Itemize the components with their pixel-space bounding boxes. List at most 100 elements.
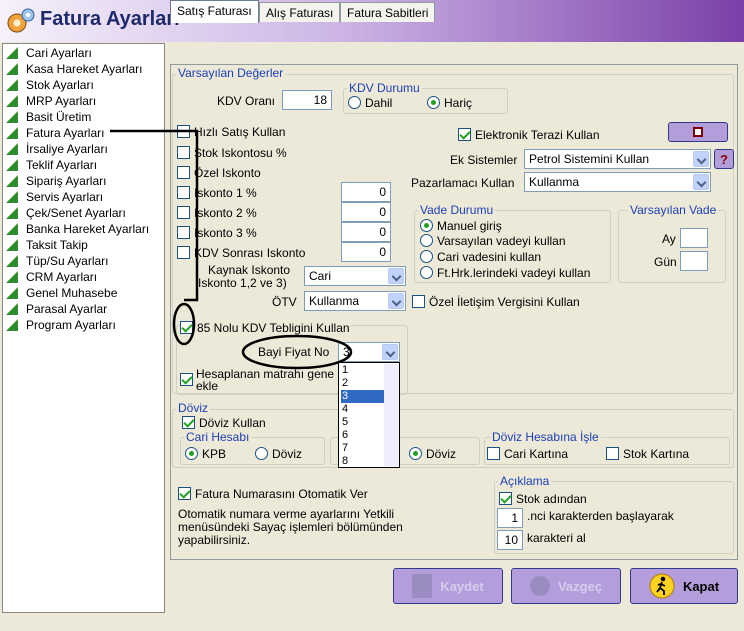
kaynak-iskonto-select[interactable]: Cari <box>304 266 406 286</box>
aciklama-count-input[interactable]: 10 <box>497 530 523 550</box>
sidebar-item[interactable]: Taksit Takip <box>6 237 88 253</box>
terazi-checkbox[interactable] <box>458 128 471 141</box>
pazarlamaci-select[interactable]: Kullanma <box>524 172 711 192</box>
fatura-no-note-1: Otomatik numara verme ayarlarını Yetkili <box>178 507 395 521</box>
dropdown-option[interactable]: 7 <box>341 442 384 455</box>
hizli-satis-label: Hızlı Satış Kullan <box>194 125 286 139</box>
sidebar-item[interactable]: Genel Muhasebe <box>6 285 117 301</box>
close-button[interactable]: Kapat <box>630 568 738 604</box>
sidebar-item[interactable]: Fatura Ayarları <box>6 125 104 141</box>
chevron-down-icon[interactable] <box>693 151 709 167</box>
sidebar-item[interactable]: Çek/Senet Ayarları <box>6 205 126 221</box>
sidebar-item[interactable]: Program Ayarları <box>6 317 116 333</box>
tab-satis-faturasi[interactable]: Satış Faturası <box>170 0 259 23</box>
chevron-down-icon[interactable] <box>388 268 404 284</box>
kdv-sonrasi-checkbox[interactable] <box>177 246 190 259</box>
vade-manuel-label: Manuel giriş <box>437 219 502 233</box>
green-triangle-icon <box>6 303 18 315</box>
tab-fatura-sabitleri[interactable]: Fatura Sabitleri <box>340 2 436 22</box>
vade-ay-input[interactable] <box>680 228 708 248</box>
iskonto2-input[interactable]: 0 <box>341 202 391 222</box>
tab-alis-faturasi[interactable]: Alış Faturası <box>259 2 341 22</box>
cancel-button[interactable]: Vazgeç <box>511 568 621 604</box>
green-triangle-icon <box>6 319 18 331</box>
save-button[interactable]: Kaydet <box>393 568 503 604</box>
stok-iskontosu-label: Stok Iskontosu % <box>194 146 287 160</box>
varsayilan-vade-group <box>618 210 726 283</box>
dropdown-scrollbar[interactable] <box>384 364 399 466</box>
iskonto3-checkbox[interactable] <box>177 226 190 239</box>
iskonto3-input[interactable]: 0 <box>341 222 391 242</box>
doviz-kullan-checkbox[interactable] <box>182 416 195 429</box>
sidebar-item[interactable]: Tüp/Su Ayarları <box>6 253 109 269</box>
sidebar-item-label: CRM Ayarları <box>26 270 98 284</box>
sidebar-item[interactable]: Cari Ayarları <box>6 45 92 61</box>
fatura-no-checkbox[interactable] <box>178 487 191 500</box>
dropdown-option[interactable]: 8 <box>341 455 384 468</box>
dropdown-option[interactable]: 5 <box>341 416 384 429</box>
sidebar-item[interactable]: Teklif Ayarları <box>6 157 97 173</box>
dropdown-option[interactable]: 2 <box>341 377 384 390</box>
stok-kartina-label: Stok Kartına <box>623 447 690 461</box>
ozel-iletisim-checkbox[interactable] <box>412 295 425 308</box>
bayi-fiyat-dropdown-list[interactable]: 12345678 <box>338 362 400 468</box>
dropdown-option[interactable]: 6 <box>341 429 384 442</box>
hesaplanan-checkbox[interactable] <box>180 373 193 386</box>
vade-ft-radio[interactable] <box>420 266 433 279</box>
bayi-fiyat-select[interactable]: 3 <box>338 342 400 362</box>
vade-manuel-radio[interactable] <box>420 219 433 232</box>
dropdown-option[interactable]: 3 <box>341 390 384 403</box>
chevron-down-icon[interactable] <box>382 344 398 360</box>
vade-varsayilan-radio[interactable] <box>420 234 433 247</box>
sidebar-item[interactable]: Servis Ayarları <box>6 189 103 205</box>
sidebar-item[interactable]: CRM Ayarları <box>6 269 97 285</box>
iskonto1-input[interactable]: 0 <box>341 182 391 202</box>
kdv-dahil-radio[interactable] <box>348 96 361 109</box>
cari-kartina-checkbox[interactable] <box>487 447 500 460</box>
ek-sistemler-select[interactable]: Petrol Sistemini Kullan <box>524 149 711 169</box>
sidebar-item[interactable]: MRP Ayarları <box>6 93 96 109</box>
vade-cari-radio[interactable] <box>420 250 433 263</box>
chevron-down-icon[interactable] <box>388 293 404 309</box>
terazi-settings-button[interactable] <box>668 122 728 142</box>
otv-value: Kullanma <box>309 294 360 308</box>
vade-ft-label: Ft.Hrk.lerindeki vadeyi kullan <box>437 266 591 280</box>
aciklama-start-input[interactable]: 1 <box>497 508 523 528</box>
green-triangle-icon <box>6 223 18 235</box>
cari-doviz-radio[interactable] <box>255 447 268 460</box>
stok-kartina-checkbox[interactable] <box>606 447 619 460</box>
stok-iskontosu-checkbox[interactable] <box>177 146 190 159</box>
sidebar-item-label: Teklif Ayarları <box>26 158 98 172</box>
otv-select[interactable]: Kullanma <box>304 291 406 311</box>
sidebar-item[interactable]: Basit Üretim <box>6 109 91 125</box>
vade-gun-input[interactable] <box>680 251 708 271</box>
iskonto2-checkbox[interactable] <box>177 206 190 219</box>
doviz-legend: Döviz <box>176 401 211 415</box>
green-triangle-icon <box>6 271 18 283</box>
hizli-satis-checkbox[interactable] <box>177 125 190 138</box>
sidebar-item[interactable]: Banka Hareket Ayarları <box>6 221 149 237</box>
ek-sistemler-help-button[interactable]: ? <box>714 149 734 169</box>
sidebar-item[interactable]: İrsaliye Ayarları <box>6 141 108 157</box>
dropdown-option[interactable]: 1 <box>341 364 384 377</box>
sidebar-item-label: Taksit Takip <box>26 238 88 252</box>
sidebar-item[interactable]: Sipariş Ayarları <box>6 173 106 189</box>
stok-adindan-checkbox[interactable] <box>499 492 512 505</box>
chevron-down-icon[interactable] <box>693 174 709 190</box>
dropdown-option[interactable]: 4 <box>341 403 384 416</box>
green-triangle-icon <box>6 287 18 299</box>
varsayilan-vade-legend: Varsayılan Vade <box>628 203 719 217</box>
kaynak-iskonto-label: Kaynak Iskonto <box>208 263 291 277</box>
sidebar-item[interactable]: Kasa Hareket Ayarları <box>6 61 143 77</box>
kdv-sonrasi-input[interactable]: 0 <box>341 242 391 262</box>
kdv-orani-input[interactable]: 18 <box>282 90 332 110</box>
mid-doviz-radio[interactable] <box>409 447 422 460</box>
kdv-orani-label: KDV Oranı <box>217 94 276 108</box>
sidebar-item[interactable]: Stok Ayarları <box>6 77 94 93</box>
cari-kpb-radio[interactable] <box>185 447 198 460</box>
iskonto1-checkbox[interactable] <box>177 186 190 199</box>
kdv-haric-radio[interactable] <box>427 96 440 109</box>
ozel-iskonto-checkbox[interactable] <box>177 166 190 179</box>
kdv-tebligi-checkbox[interactable] <box>180 321 193 334</box>
sidebar-item[interactable]: Parasal Ayarlar <box>6 301 107 317</box>
